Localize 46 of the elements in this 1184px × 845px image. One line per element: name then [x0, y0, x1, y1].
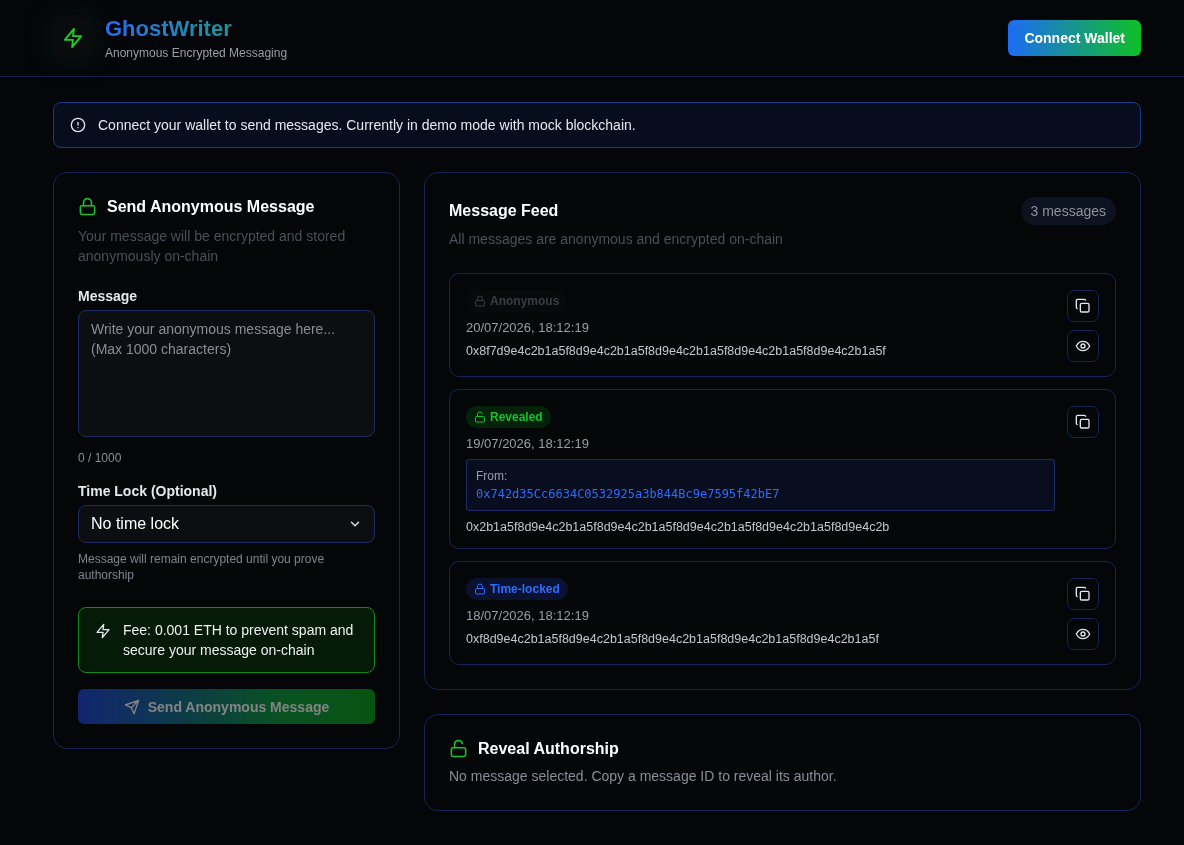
message-hash: 0xf8d9e4c2b1a5f8d9e4c2b1a5f8d9e4c2b1a5f8d9e4c2b1a5f8d9e4c2b1a5f — [466, 632, 880, 646]
alert-text: Connect your wallet to send messages. Currently in demo mode with mock blockchain. — [98, 117, 636, 133]
copy-button[interactable] — [1067, 290, 1099, 322]
fee-text: Fee: 0.001 ETH to prevent spam and secure your message on-chain — [123, 621, 355, 660]
lightning-icon — [62, 27, 84, 49]
time-lock-dropdown[interactable]: No time lock — [78, 505, 375, 543]
from-label: From: — [476, 469, 509, 483]
lock-icon — [78, 197, 97, 216]
hint-text: Message will remain encrypted until you prove authorship — [78, 551, 326, 583]
card-description: Your message will be encrypted and stored anonymously on-chain — [78, 227, 347, 266]
card-title: Send Anonymous Message — [107, 197, 315, 216]
app-subtitle: Anonymous Encrypted Messaging — [105, 46, 288, 60]
status-badge: Revealed — [466, 406, 551, 428]
copy-icon — [1075, 298, 1091, 314]
copy-button[interactable] — [1067, 578, 1099, 610]
connect-wallet-button[interactable]: Connect Wallet — [1008, 20, 1141, 56]
unlocked-lock-icon — [449, 739, 468, 758]
lightning-icon — [95, 623, 111, 639]
info-icon — [70, 117, 86, 133]
copy-button[interactable] — [1067, 406, 1099, 438]
timestamp: 19/07/2026, 18:12:19 — [466, 436, 590, 451]
card-title: Reveal Authorship — [478, 739, 619, 758]
lock-icon — [474, 295, 486, 307]
field-label: Time Lock (Optional) — [78, 483, 218, 499]
copy-icon — [1075, 414, 1091, 430]
card-description: All messages are anonymous and encrypted on-chain — [449, 230, 784, 249]
status-badge: Time-locked — [466, 578, 568, 600]
timestamp: 20/07/2026, 18:12:19 — [466, 320, 590, 335]
eye-icon — [1075, 338, 1091, 354]
lock-icon — [474, 583, 486, 595]
reveal-button[interactable] — [1067, 618, 1099, 650]
unlocked-lock-icon — [474, 411, 486, 423]
message-hash: 0x8f7d9e4c2b1a5f8d9e4c2b1a5f8d9e4c2b1a5f8d9e4c2b1a5f8d9e4c2b1a5f — [466, 344, 887, 358]
message-count-badge: 3 messages — [1020, 197, 1116, 225]
character-count: 0 / 1000 — [78, 451, 123, 465]
send-icon — [123, 698, 140, 715]
eye-icon — [1075, 626, 1091, 642]
timestamp: 18/07/2026, 18:12:19 — [466, 608, 590, 623]
message-input-field[interactable]: Write your anonymous message here... (Max 1000 characters) — [78, 310, 375, 437]
reveal-button[interactable] — [1067, 330, 1099, 362]
field-label: Message — [78, 288, 139, 304]
card-title: Message Feed — [449, 202, 559, 220]
message-hash: 0x2b1a5f8d9e4c2b1a5f8d9e4c2b1a5f8d9e4c2b1a5f8d9e4c2b1a5f8d9e4c2b — [466, 520, 891, 534]
card-description: No message selected. Copy a message ID to reveal its author. — [449, 767, 838, 786]
copy-icon — [1075, 586, 1091, 602]
author-address: 0x742d35Cc6634C0532925a3b844Bc9e7595f42bE7 — [476, 487, 781, 501]
